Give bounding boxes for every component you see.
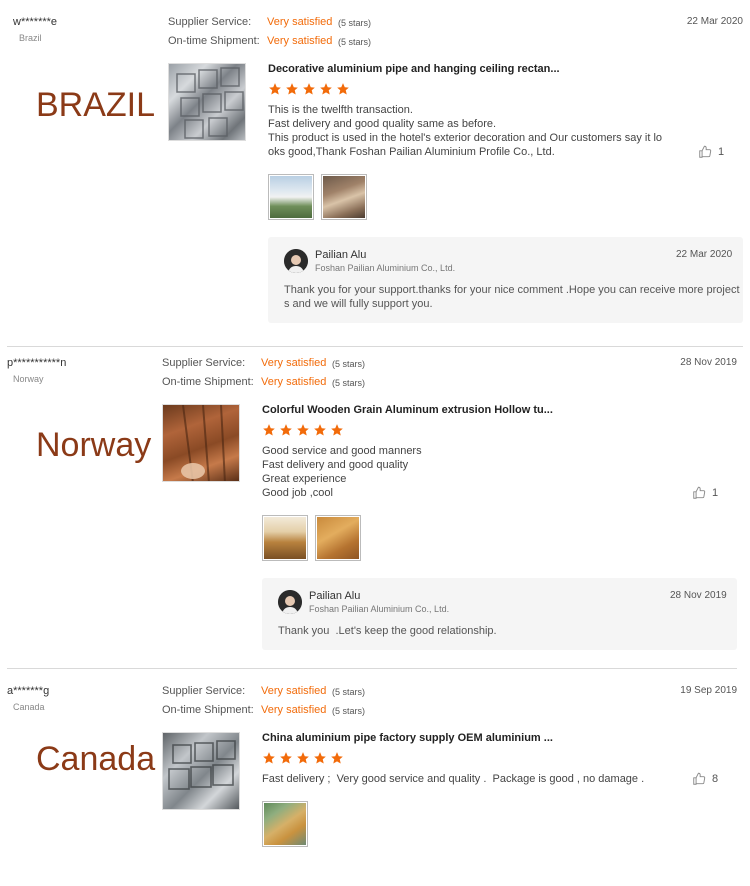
review-date: 19 Sep 2019 xyxy=(680,685,737,696)
star-icon xyxy=(269,83,281,95)
supplier-service-stars: (5 stars) xyxy=(332,359,366,369)
star-icon xyxy=(331,424,343,436)
review-comment: Good service and good manners Fast deliv… xyxy=(262,444,662,500)
review-stars xyxy=(268,82,350,96)
star-icon xyxy=(263,752,275,764)
star-icon xyxy=(314,424,326,436)
shipment-stars: (5 stars) xyxy=(338,37,372,47)
star-icon xyxy=(263,424,275,436)
product-thumbnail[interactable] xyxy=(162,404,240,482)
reply-line: Thank you for your support.thanks for yo… xyxy=(284,284,740,296)
shipment-stars: (5 stars) xyxy=(332,706,366,716)
seller-reply: Pailian Alu Foshan Pailian Aluminium Co.… xyxy=(262,578,737,650)
seller-name: Pailian Alu xyxy=(309,590,361,602)
reply-line: s and we will fully support you. xyxy=(284,298,433,310)
thumbs-up-icon xyxy=(693,772,706,785)
comment-line: Fast delivery and good quality xyxy=(262,459,409,471)
thumbs-up-icon xyxy=(693,486,706,499)
star-icon xyxy=(280,424,292,436)
comment-line: Great experience xyxy=(262,473,347,485)
like-button[interactable]: 8 xyxy=(692,772,718,786)
review-photo[interactable] xyxy=(321,174,367,220)
comment-line: oks good,Thank Foshan Pailian Aluminium … xyxy=(268,146,555,158)
star-icon xyxy=(331,752,343,764)
reply-text: Thank you for your support.thanks for yo… xyxy=(284,283,740,311)
supplier-service-value: Very satisfied xyxy=(261,357,327,369)
buyer-name: a*******g xyxy=(7,685,50,697)
like-button[interactable]: 1 xyxy=(692,486,718,500)
supplier-service-stars: (5 stars) xyxy=(332,687,366,697)
buyer-country: Canada xyxy=(13,702,45,712)
thumbs-up-icon xyxy=(699,145,712,158)
reply-date: 22 Mar 2020 xyxy=(676,249,733,260)
review-photo[interactable] xyxy=(268,174,314,220)
country-overlay-label: Canada xyxy=(36,740,156,778)
product-title-link[interactable]: Decorative aluminium pipe and hanging ce… xyxy=(268,63,560,75)
star-icon xyxy=(314,752,326,764)
star-icon xyxy=(320,83,332,95)
review-photo[interactable] xyxy=(262,801,308,847)
comment-line: Good job ,cool xyxy=(262,487,333,499)
supplier-service-stars: (5 stars) xyxy=(338,18,372,28)
buyer-country: Brazil xyxy=(19,33,42,43)
comment-line: Good service and good manners xyxy=(262,445,422,457)
shipment-value: Very satisfied xyxy=(267,35,333,47)
seller-avatar xyxy=(284,249,308,273)
product-title-link[interactable]: Colorful Wooden Grain Aluminum extrusion… xyxy=(262,404,553,416)
review-date: 28 Nov 2019 xyxy=(680,357,737,368)
shipment-label: On-time Shipment: xyxy=(168,35,260,47)
supplier-service-label: Supplier Service: xyxy=(168,16,252,28)
supplier-service-value: Very satisfied xyxy=(267,16,333,28)
comment-line: This product is used in the hotel's exte… xyxy=(268,132,663,144)
star-icon xyxy=(297,424,309,436)
star-icon xyxy=(280,752,292,764)
star-icon xyxy=(297,752,309,764)
like-count: 1 xyxy=(712,487,719,499)
comment-line: Fast delivery and good quality same as b… xyxy=(268,118,497,130)
seller-name: Pailian Alu xyxy=(315,249,367,261)
seller-avatar xyxy=(278,590,302,614)
review-date: 22 Mar 2020 xyxy=(686,16,743,27)
country-overlay-label: BRAZIL xyxy=(36,86,156,124)
buyer-name: p***********n xyxy=(7,357,67,369)
review-card: w*******e Brazil BRAZIL Supplier Service… xyxy=(0,0,750,335)
shipment-label: On-time Shipment: xyxy=(162,704,254,716)
buyer-name: w*******e xyxy=(13,16,58,28)
comment-line: This is the twelfth transaction. xyxy=(268,104,413,116)
reply-line: Thank you .Let's keep the good relations… xyxy=(278,625,497,637)
like-count: 8 xyxy=(712,773,719,785)
product-thumbnail[interactable] xyxy=(162,732,240,810)
country-overlay-label: Norway xyxy=(36,426,152,464)
shipment-stars: (5 stars) xyxy=(332,378,366,388)
review-card: a*******g Canada Canada Supplier Service… xyxy=(0,668,750,886)
review-stars xyxy=(262,423,344,437)
review-photo[interactable] xyxy=(315,515,361,561)
review-comment: Fast delivery ; Very good service and qu… xyxy=(262,772,662,786)
reply-text: Thank you .Let's keep the good relations… xyxy=(278,624,497,638)
review-comment: This is the twelfth transaction. Fast de… xyxy=(268,103,668,159)
reply-date: 28 Nov 2019 xyxy=(670,590,727,601)
comment-line: Fast delivery ; Very good service and qu… xyxy=(262,773,645,785)
seller-company: Foshan Pailian Aluminium Co., Ltd. xyxy=(309,604,450,614)
supplier-service-value: Very satisfied xyxy=(261,685,327,697)
shipment-label: On-time Shipment: xyxy=(162,376,254,388)
supplier-service-label: Supplier Service: xyxy=(162,357,246,369)
star-icon xyxy=(337,83,349,95)
supplier-service-label: Supplier Service: xyxy=(162,685,246,697)
shipment-value: Very satisfied xyxy=(261,376,327,388)
seller-company: Foshan Pailian Aluminium Co., Ltd. xyxy=(315,263,456,273)
review-card: p***********n Norway Norway Supplier Ser… xyxy=(0,340,750,660)
review-photo[interactable] xyxy=(262,515,308,561)
product-thumbnail[interactable] xyxy=(168,63,246,141)
star-icon xyxy=(303,83,315,95)
seller-reply: Pailian Alu Foshan Pailian Aluminium Co.… xyxy=(268,237,743,323)
buyer-country: Norway xyxy=(13,374,44,384)
star-icon xyxy=(286,83,298,95)
like-button[interactable]: 1 xyxy=(698,145,724,159)
shipment-value: Very satisfied xyxy=(261,704,327,716)
like-count: 1 xyxy=(718,146,725,158)
review-stars xyxy=(262,751,344,765)
product-title-link[interactable]: China aluminium pipe factory supply OEM … xyxy=(262,732,553,744)
